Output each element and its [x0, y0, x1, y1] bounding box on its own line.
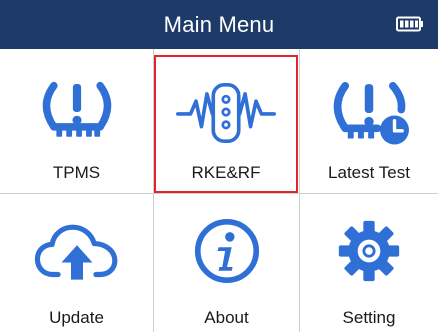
menu-item-label: Update [49, 308, 104, 327]
cloud-upload-icon [34, 224, 117, 280]
menu-item-label: About [204, 308, 249, 327]
menu-item-update[interactable]: Update [0, 194, 153, 332]
menu-item-latest-test[interactable]: Latest Test [300, 49, 438, 193]
menu-item-label: Latest Test [328, 163, 410, 182]
menu-item-label: Setting [342, 308, 396, 327]
menu-item-setting[interactable]: Setting [300, 194, 438, 332]
info-icon [194, 218, 259, 284]
tire-pressure-icon [42, 81, 111, 137]
page-title: Main Menu [163, 12, 275, 37]
header-bar: Main Menu [0, 0, 438, 49]
menu-item-rke-rf[interactable]: RKE&RF [154, 55, 298, 193]
menu-item-tpms[interactable]: TPMS [0, 49, 153, 193]
menu-item-label: RKE&RF [191, 163, 261, 182]
menu-grid: TPMS RKE&RF Latest Test Update About Set… [0, 49, 438, 332]
key-fob-signal-icon [176, 83, 276, 143]
menu-item-about[interactable]: About [154, 194, 299, 332]
tire-pressure-clock-icon [333, 81, 409, 145]
gear-icon [338, 220, 400, 282]
menu-item-label: TPMS [52, 163, 101, 182]
battery-full-icon [396, 16, 423, 32]
